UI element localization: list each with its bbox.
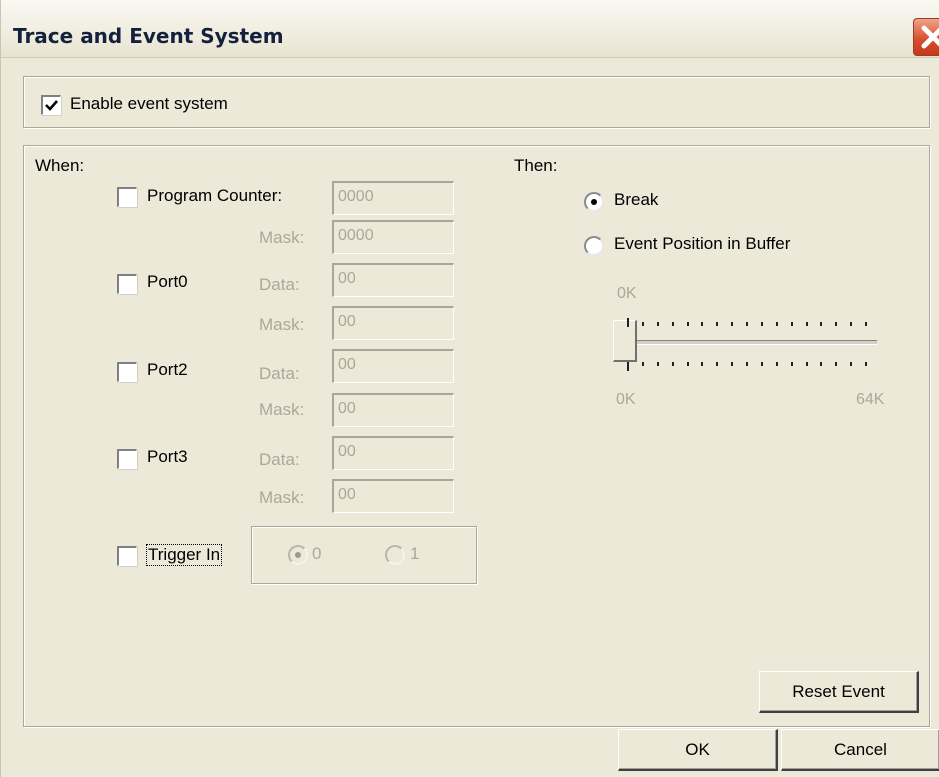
slider-tick bbox=[627, 318, 629, 327]
slider-tick bbox=[776, 362, 778, 366]
port0-label: Port0 bbox=[147, 272, 188, 291]
port0-mask-input[interactable]: 00 bbox=[332, 306, 454, 340]
slider-tick bbox=[627, 362, 629, 371]
slider-tick bbox=[672, 322, 674, 326]
ok-button[interactable]: OK bbox=[618, 729, 778, 771]
slider-tick bbox=[746, 362, 748, 366]
port3-mask-input[interactable]: 00 bbox=[332, 479, 454, 513]
slider-tick bbox=[850, 322, 852, 326]
slider-tick bbox=[746, 322, 748, 326]
port3-label: Port3 bbox=[147, 447, 188, 466]
when-label: When: bbox=[35, 156, 85, 175]
slider-track bbox=[627, 340, 877, 345]
trigger-in-options-box bbox=[251, 526, 477, 584]
slider-tick bbox=[716, 362, 718, 366]
break-radio[interactable] bbox=[584, 192, 604, 212]
trigger-in-option-1-radio[interactable] bbox=[385, 545, 405, 565]
slider-tick bbox=[657, 362, 659, 366]
cancel-button[interactable]: Cancel bbox=[781, 729, 939, 771]
port2-mask-label: Mask: bbox=[259, 400, 305, 419]
window-title: Trace and Event System bbox=[13, 24, 284, 48]
main-group-box bbox=[23, 145, 930, 727]
slider-thumb[interactable] bbox=[613, 320, 637, 362]
event-position-label: Event Position in Buffer bbox=[614, 234, 791, 253]
slider-tick bbox=[701, 322, 703, 326]
trigger-in-option-0-radio[interactable] bbox=[288, 545, 308, 565]
slider-tick bbox=[820, 362, 822, 366]
port2-mask-input[interactable]: 00 bbox=[332, 393, 454, 427]
port0-mask-label: Mask: bbox=[259, 315, 305, 334]
trigger-in-checkbox[interactable] bbox=[117, 546, 137, 566]
program-counter-checkbox[interactable] bbox=[117, 187, 137, 207]
slider-tick bbox=[806, 362, 808, 366]
port3-data-input[interactable]: 00 bbox=[332, 436, 454, 470]
event-position-radio[interactable] bbox=[584, 236, 604, 256]
trigger-in-option-0-label: 0 bbox=[312, 544, 322, 563]
slider-tick bbox=[716, 322, 718, 326]
program-counter-label: Program Counter: bbox=[147, 186, 283, 205]
port3-data-label: Data: bbox=[259, 450, 300, 469]
trace-event-dialog: Trace and Event System Enable event syst… bbox=[0, 0, 939, 777]
program-counter-input[interactable]: 0000 bbox=[332, 181, 454, 215]
port3-mask-label: Mask: bbox=[259, 488, 305, 507]
port0-data-input[interactable]: 00 bbox=[332, 263, 454, 297]
slider-min-label: 0K bbox=[616, 391, 636, 408]
slider-tick bbox=[701, 362, 703, 366]
slider-tick bbox=[687, 362, 689, 366]
slider-tick bbox=[731, 322, 733, 326]
program-counter-mask-input[interactable]: 0000 bbox=[332, 220, 454, 254]
port2-label: Port2 bbox=[147, 360, 188, 379]
slider-tick bbox=[791, 322, 793, 326]
close-icon bbox=[921, 25, 939, 49]
checkmark-icon bbox=[45, 100, 58, 111]
close-button[interactable] bbox=[913, 18, 939, 56]
enable-event-system-label: Enable event system bbox=[70, 94, 228, 113]
slider-current-value: 0K bbox=[617, 285, 637, 302]
slider-tick bbox=[642, 362, 644, 366]
port0-data-label: Data: bbox=[259, 275, 300, 294]
port2-data-input[interactable]: 00 bbox=[332, 349, 454, 383]
slider-tick bbox=[776, 322, 778, 326]
slider-max-label: 64K bbox=[856, 391, 885, 408]
slider-tick bbox=[657, 322, 659, 326]
program-counter-mask-label: Mask: bbox=[259, 228, 305, 247]
slider-tick bbox=[672, 362, 674, 366]
break-label: Break bbox=[614, 190, 659, 209]
port0-checkbox[interactable] bbox=[117, 274, 137, 294]
slider-tick bbox=[865, 362, 867, 366]
slider-tick bbox=[820, 322, 822, 326]
title-bar: Trace and Event System bbox=[1, 0, 939, 58]
trigger-in-option-1-label: 1 bbox=[410, 544, 420, 563]
trigger-in-label: Trigger In bbox=[146, 544, 223, 566]
slider-tick bbox=[642, 322, 644, 326]
slider-tick bbox=[806, 322, 808, 326]
slider-tick bbox=[865, 322, 867, 326]
then-label: Then: bbox=[514, 156, 558, 175]
slider-tick bbox=[761, 362, 763, 366]
port2-data-label: Data: bbox=[259, 364, 300, 383]
slider-tick bbox=[761, 322, 763, 326]
reset-event-button[interactable]: Reset Event bbox=[759, 671, 919, 713]
slider-tick bbox=[731, 362, 733, 366]
enable-event-system-checkbox[interactable] bbox=[41, 95, 61, 115]
slider-tick bbox=[791, 362, 793, 366]
slider-tick bbox=[835, 322, 837, 326]
port2-checkbox[interactable] bbox=[117, 362, 137, 382]
port3-checkbox[interactable] bbox=[117, 449, 137, 469]
slider-tick bbox=[687, 322, 689, 326]
slider-tick bbox=[835, 362, 837, 366]
slider-tick bbox=[850, 362, 852, 366]
